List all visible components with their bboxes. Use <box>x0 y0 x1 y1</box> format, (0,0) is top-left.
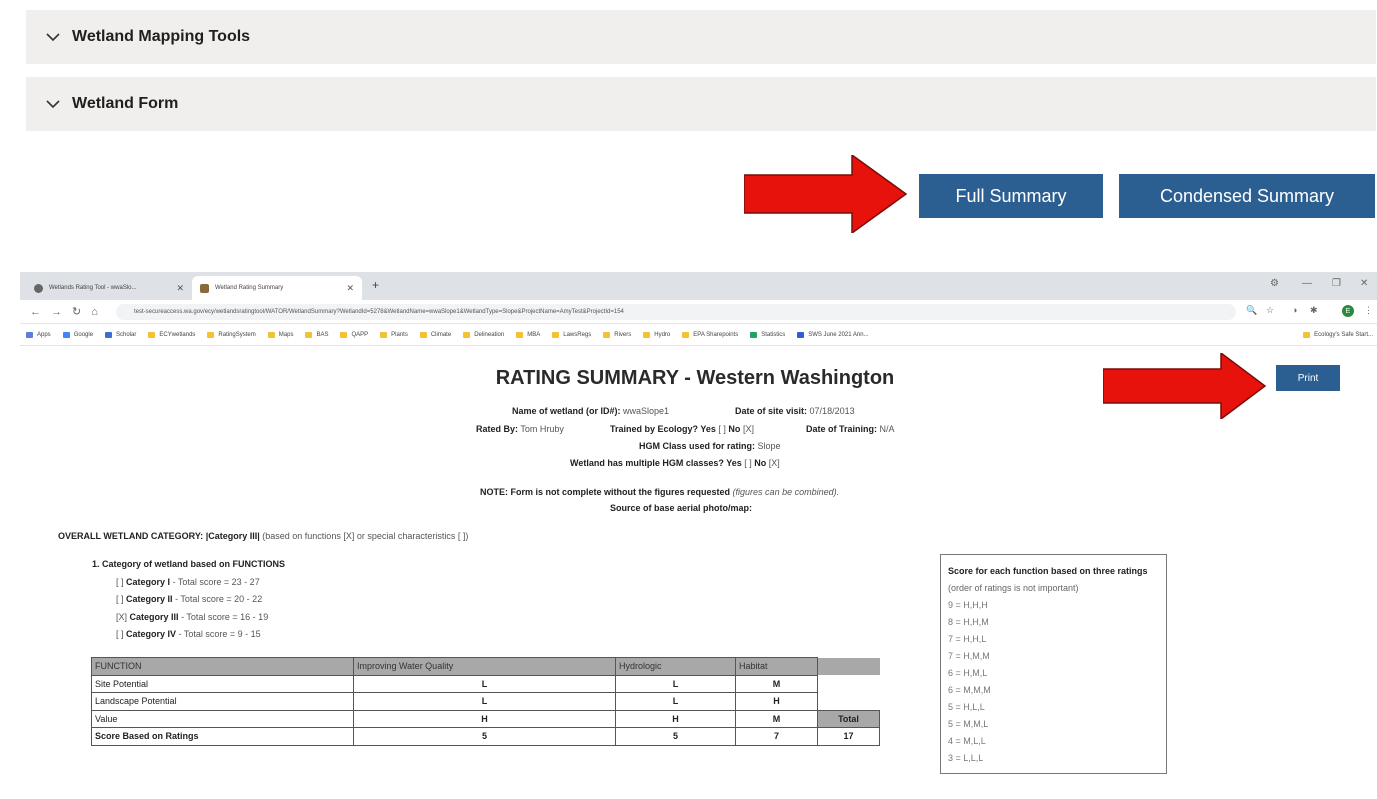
score-legend-box: Score for each function based on three r… <box>940 554 1167 774</box>
settings-icon[interactable]: ⚙ <box>1270 278 1279 289</box>
reload-icon[interactable]: ↻ <box>72 305 81 318</box>
total-label: Total <box>817 709 880 728</box>
bookmark-item[interactable]: Statistics <box>750 331 785 338</box>
trained-line: Trained by Ecology? Yes [ ] No [X] <box>610 424 754 434</box>
score-legend-row: 9 = H,H,H <box>948 600 988 610</box>
score-legend-row: 5 = H,L,L <box>948 702 985 712</box>
score-legend-row: 8 = H,H,M <box>948 617 989 627</box>
page: Wetland Mapping Tools Wetland Form Full … <box>0 0 1377 799</box>
total-value: 17 <box>817 727 880 746</box>
favicon-icon <box>200 283 209 293</box>
bookmark-item[interactable]: BAS <box>305 331 328 338</box>
score-legend-row: 6 = M,M,M <box>948 685 991 695</box>
category-item: [ ] Category I - Total score = 23 - 27 <box>116 577 260 587</box>
table-row: Site Potential L L M <box>91 674 880 693</box>
category-list: [ ] Category I - Total score = 23 - 27 [… <box>116 574 268 643</box>
source-line: Source of base aerial photo/map: <box>610 503 753 513</box>
category-item: [ ] Category IV - Total score = 9 - 15 <box>116 628 261 639</box>
bookmark-item[interactable]: Ecology's Safe Start... <box>1303 331 1373 338</box>
url-field[interactable]: test-secureaccess.wa.gov/ecy/wetlandsrat… <box>116 304 1236 320</box>
bookmark-item[interactable]: MBA <box>516 331 540 338</box>
close-icon[interactable]: ✕ <box>176 283 184 294</box>
favicon-icon <box>34 283 43 293</box>
table-row: Landscape Potential L L H <box>91 692 880 711</box>
star-icon[interactable]: ☆ <box>1266 305 1274 316</box>
bookmark-item[interactable]: EPA Sharepoints <box>682 331 738 338</box>
red-arrow-icon <box>744 155 908 233</box>
bookmark-item[interactable]: Delineation <box>463 331 504 338</box>
avatar[interactable]: E <box>1342 305 1354 317</box>
score-legend-row: 6 = H,M,L <box>948 668 988 678</box>
bookmark-item[interactable]: Plants <box>380 331 408 338</box>
score-legend-heading: Score for each function based on three r… <box>948 566 1148 593</box>
bookmark-item[interactable]: Maps <box>267 331 293 338</box>
page-title: RATING SUMMARY - Western Washington <box>495 367 895 389</box>
overall-category-line: OVERALL WETLAND CATEGORY: |Category III|… <box>58 531 469 541</box>
score-legend-row: 7 = H,H,L <box>948 634 987 644</box>
score-legend-row: 3 = L,L,L <box>948 753 984 763</box>
accordion-label: Wetland Form <box>72 95 179 112</box>
bookmark-item[interactable]: LawsRegs <box>552 331 591 338</box>
puzzle-icon[interactable]: ✱ <box>1310 305 1318 316</box>
bookmark-item[interactable]: Scholar <box>105 331 136 338</box>
forward-icon[interactable]: → <box>51 306 62 318</box>
browser-tab-rating-summary[interactable]: Wetland Rating Summary ✕ <box>192 276 362 300</box>
bookmark-item[interactable]: Hydro <box>643 331 670 338</box>
wetland-name-line: Name of wetland (or ID#): wwaSlope1 <box>512 406 670 416</box>
address-bar-row: ← → ↻ ⌂ test-secureaccess.wa.gov/ecy/wet… <box>20 300 1377 324</box>
restore-icon[interactable]: ❐ <box>1332 278 1341 289</box>
score-legend-row: 4 = M,L,L <box>948 736 986 746</box>
red-arrow-icon <box>1103 353 1267 419</box>
training-date-line: Date of Training: N/A <box>806 424 895 434</box>
close-window-icon[interactable]: ✕ <box>1360 278 1368 289</box>
minimize-icon[interactable]: — <box>1302 278 1312 289</box>
bookmark-item[interactable]: QAPP <box>340 331 368 338</box>
condensed-summary-button[interactable]: Condensed Summary <box>1119 174 1375 218</box>
chevron-down-icon <box>46 97 60 111</box>
note-line: NOTE: Form is not complete without the f… <box>480 487 840 497</box>
accordion-wetland-mapping-tools[interactable]: Wetland Mapping Tools <box>26 10 1376 64</box>
zoom-icon[interactable]: 🔍 <box>1246 305 1257 316</box>
extension-icon[interactable]: ◑ <box>1292 305 1297 315</box>
accordion-wetland-form[interactable]: Wetland Form <box>26 77 1376 131</box>
bookmarks-bar: Apps Google Scholar ECYwetlands RatingSy… <box>20 324 1377 346</box>
bookmark-item[interactable]: Google <box>62 331 93 338</box>
bookmark-item[interactable]: Apps <box>26 331 51 338</box>
bookmark-item[interactable]: Climate <box>419 331 451 338</box>
category-item: [X] Category III - Total score = 16 - 19 <box>116 611 269 622</box>
home-icon[interactable]: ⌂ <box>91 306 98 318</box>
function-score-table: FUNCTION Improving Water Quality Hydrolo… <box>91 657 880 746</box>
accordion-label: Wetland Mapping Tools <box>72 28 251 45</box>
print-button[interactable]: Print <box>1276 365 1340 391</box>
bookmark-item[interactable]: Rivers <box>603 331 631 338</box>
hgm-class-line: HGM Class used for rating: Slope <box>639 441 781 451</box>
bookmark-item[interactable]: ECYwetlands <box>148 331 195 338</box>
chevron-down-icon <box>46 30 60 44</box>
table-row: Score Based on Ratings 5 5 7 17 <box>91 727 880 746</box>
menu-icon[interactable]: ⋮ <box>1364 305 1373 316</box>
bookmark-item[interactable]: SWS June 2021 Ann... <box>797 331 869 338</box>
tab-label: Wetlands Rating Tool - wwaSlo... <box>49 285 137 291</box>
multiple-hgm-line: Wetland has multiple HGM classes? Yes [ … <box>570 458 780 468</box>
category-item: [ ] Category II - Total score = 20 - 22 <box>116 594 263 605</box>
tab-label: Wetland Rating Summary <box>215 285 284 291</box>
browser-tab-rating-tool[interactable]: Wetlands Rating Tool - wwaSlo... ✕ <box>26 276 192 300</box>
site-visit-line: Date of site visit: 07/18/2013 <box>735 406 855 416</box>
new-tab-icon[interactable]: + <box>372 278 379 292</box>
score-legend-row: 7 = H,M,M <box>948 651 990 661</box>
rated-by-line: Rated By: Tom Hruby <box>476 424 564 434</box>
table-header-row: FUNCTION Improving Water Quality Hydrolo… <box>91 657 880 676</box>
table-row: Value H H M Total <box>91 709 880 728</box>
close-icon[interactable]: ✕ <box>346 283 354 294</box>
bookmark-item[interactable]: RatingSystem <box>207 331 256 338</box>
full-summary-button[interactable]: Full Summary <box>919 174 1103 218</box>
functions-heading: 1. Category of wetland based on FUNCTION… <box>92 559 286 569</box>
score-legend-row: 5 = M,M,L <box>948 719 989 729</box>
back-icon[interactable]: ← <box>30 306 41 318</box>
tab-strip: Wetlands Rating Tool - wwaSlo... ✕ Wetla… <box>20 272 1377 300</box>
